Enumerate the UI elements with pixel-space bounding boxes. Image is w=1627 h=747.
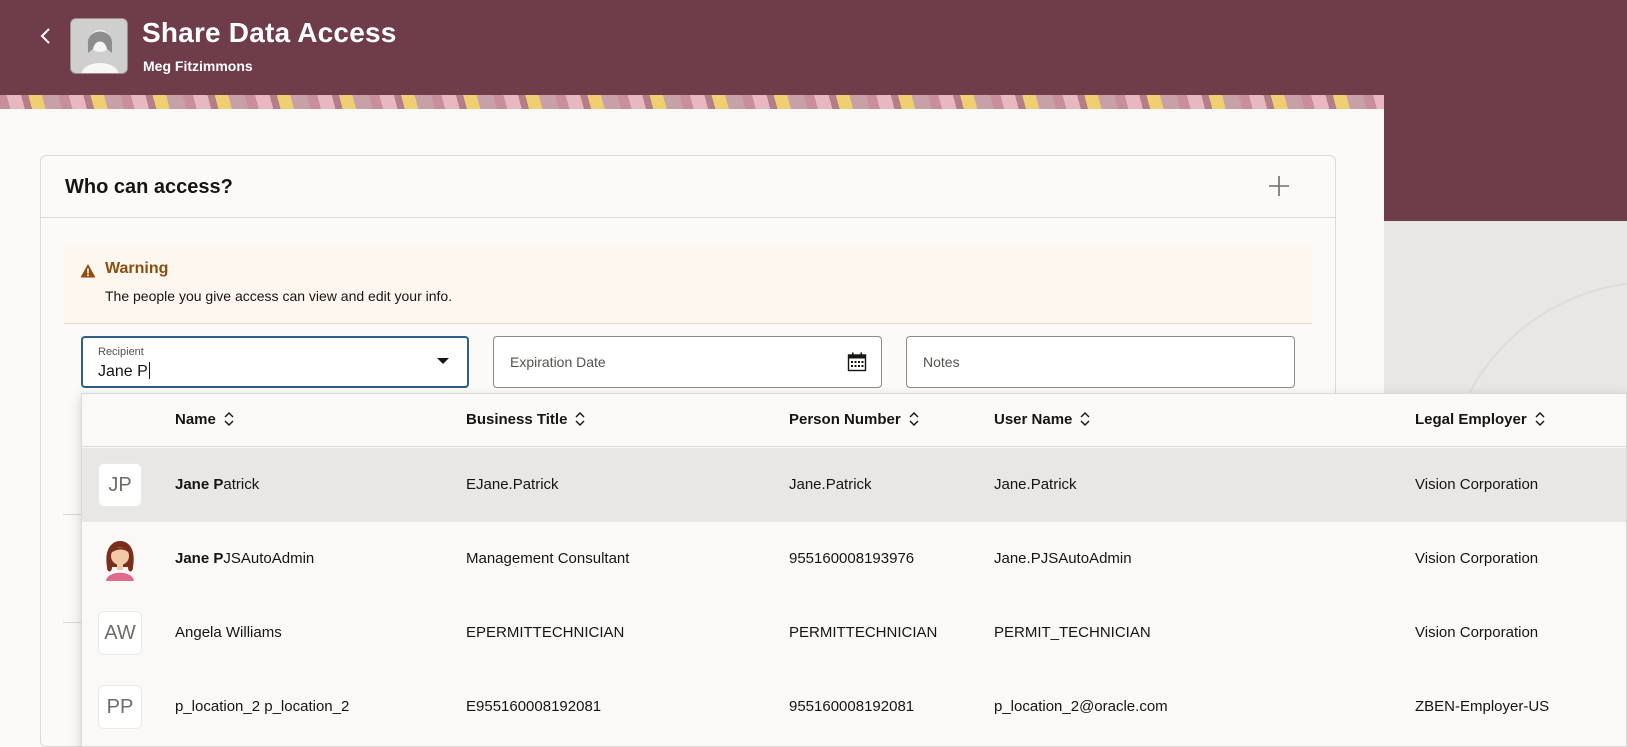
result-business-title: E955160008192081	[466, 698, 602, 715]
add-button[interactable]	[1263, 170, 1295, 202]
column-header-person-number[interactable]: Person Number	[789, 411, 919, 428]
recipient-label: Recipient	[98, 346, 144, 358]
result-name: Angela Williams	[175, 624, 282, 641]
expiration-date-field[interactable]: Expiration Date	[493, 336, 882, 388]
column-header-name[interactable]: Name	[175, 411, 234, 428]
result-row[interactable]: AW Angela Williams EPERMITTECHNICIAN PER…	[82, 596, 1626, 670]
result-legal-employer: Vision Corporation	[1415, 624, 1539, 641]
result-name: p_location_2 p_location_2	[175, 698, 350, 715]
column-header-business-title[interactable]: Business Title	[466, 411, 585, 428]
calendar-icon[interactable]	[847, 352, 867, 372]
results-table-header: Name Business Title Person Number User N…	[82, 394, 1626, 447]
notes-placeholder: Notes	[923, 354, 960, 370]
sort-icon	[224, 412, 234, 426]
chevron-down-icon[interactable]	[437, 358, 449, 364]
warning-message: Warning The people you give access can v…	[64, 244, 1312, 324]
column-header-user-name[interactable]: User Name	[994, 411, 1090, 428]
result-business-title: EJane.Patrick	[466, 476, 559, 493]
sort-icon	[1080, 412, 1090, 426]
notes-field[interactable]: Notes	[906, 336, 1295, 388]
result-user-name: Jane.Patrick	[994, 476, 1077, 493]
result-user-name: Jane.PJSAutoAdmin	[994, 550, 1132, 567]
result-user-name: p_location_2@oracle.com	[994, 698, 1168, 715]
result-person-number: 955160008192081	[789, 698, 915, 715]
result-person-number: PERMITTECHNICIAN	[789, 624, 938, 641]
result-name: Jane PJSAutoAdmin	[175, 550, 315, 567]
sort-icon	[909, 412, 919, 426]
sort-icon	[575, 412, 585, 426]
sort-icon	[1535, 412, 1545, 426]
result-row[interactable]: JP Jane Patrick EJane.Patrick Jane.Patri…	[82, 448, 1626, 522]
decorative-banner	[0, 95, 1384, 109]
recipient-results-dropdown: Name Business Title Person Number User N…	[81, 393, 1627, 747]
result-user-name: PERMIT_TECHNICIAN	[994, 624, 1151, 641]
result-person-number: Jane.Patrick	[789, 476, 872, 493]
warning-triangle-icon	[80, 264, 96, 278]
section-divider	[41, 217, 1335, 218]
avatar-photo	[98, 537, 142, 581]
warning-text: The people you give access can view and …	[105, 288, 453, 304]
avatar-initials: AW	[98, 611, 142, 655]
section-title: Who can access?	[65, 176, 233, 198]
page-subtitle: Meg Fitzimmons	[143, 58, 253, 74]
avatar-initials: JP	[98, 463, 142, 507]
header-extension	[1384, 95, 1627, 221]
result-business-title: EPERMITTECHNICIAN	[466, 624, 625, 641]
avatar-initials: PP	[98, 685, 142, 729]
result-legal-employer: Vision Corporation	[1415, 550, 1539, 567]
result-row[interactable]: PP p_location_2 p_location_2 E9551600081…	[82, 670, 1626, 744]
profile-avatar	[70, 18, 128, 74]
result-legal-employer: ZBEN-Employer-US	[1415, 698, 1550, 715]
plus-icon	[1269, 176, 1289, 196]
result-business-title: Management Consultant	[466, 550, 630, 567]
result-row[interactable]: Jane PJSAutoAdmin Management Consultant …	[82, 522, 1626, 596]
page-title: Share Data Access	[142, 17, 397, 48]
result-person-number: 955160008193976	[789, 550, 915, 567]
warning-title: Warning	[105, 260, 169, 277]
recipient-input[interactable]: Jane P	[98, 363, 148, 380]
chevron-left-icon	[40, 28, 50, 44]
back-button[interactable]	[34, 22, 58, 50]
recipient-combobox[interactable]: Recipient Jane P	[81, 336, 469, 388]
page-header: Share Data Access Meg Fitzimmons	[0, 0, 1627, 95]
column-header-legal-employer[interactable]: Legal Employer	[1415, 411, 1545, 428]
result-legal-employer: Vision Corporation	[1415, 476, 1539, 493]
expiration-date-placeholder: Expiration Date	[510, 354, 606, 370]
result-name: Jane Patrick	[175, 476, 260, 493]
